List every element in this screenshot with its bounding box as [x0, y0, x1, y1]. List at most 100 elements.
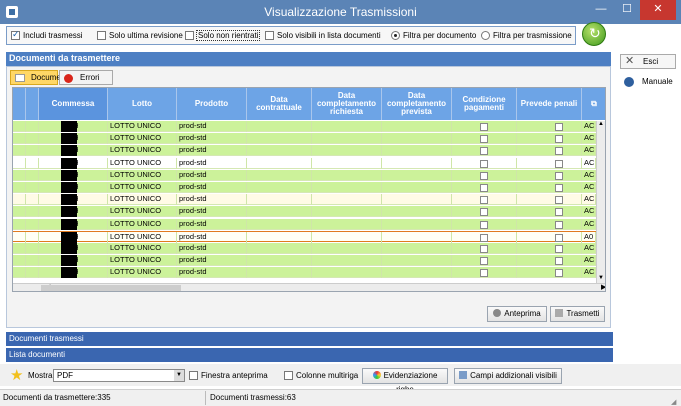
condizione-pagamenti-checkbox[interactable] — [480, 257, 488, 266]
filtra-trasmissione-radio[interactable] — [481, 31, 490, 40]
prevede-penali-cell — [517, 255, 582, 267]
documenti-trasmessi-section[interactable]: Documenti trasmessi — [6, 332, 613, 346]
prevede-penali-checkbox[interactable] — [555, 147, 563, 156]
solo-non-rientrati-checkbox[interactable] — [185, 31, 194, 40]
filtra-documento-label: Filtra per documento — [403, 31, 477, 40]
close-button[interactable]: ✕ — [640, 0, 676, 20]
evidenziazione-righe-button[interactable]: Evidenziazione righe — [362, 368, 448, 394]
column-header-data-contrattuale[interactable]: Data contrattuale — [247, 88, 312, 120]
extra-column-cell: AC — [582, 157, 596, 169]
extra-column-cell: AC — [582, 206, 596, 218]
column-header-condizione-pagamenti[interactable]: Condizione pagamenti — [452, 88, 517, 120]
documents-grid[interactable]: Commessa Lotto Prodotto Data contrattual… — [12, 87, 606, 292]
prevede-penali-checkbox[interactable] — [555, 123, 563, 131]
prevede-penali-checkbox[interactable] — [555, 269, 563, 278]
column-header-commessa[interactable]: Commessa — [39, 88, 108, 120]
scroll-down-icon[interactable]: ▼ — [598, 275, 604, 281]
colonne-multiriga-checkbox[interactable] — [284, 371, 293, 380]
vertical-scrollbar[interactable]: ▲ ▼ — [596, 121, 605, 283]
solo-ultima-revisione-checkbox[interactable] — [97, 31, 106, 40]
condizione-pagamenti-checkbox[interactable] — [480, 196, 488, 205]
esci-button[interactable]: ✕ Esci — [620, 54, 676, 69]
condizione-pagamenti-checkbox[interactable] — [480, 123, 488, 131]
prevede-penali-checkbox[interactable] — [555, 184, 563, 192]
scroll-right-icon[interactable]: ▶ — [601, 283, 605, 291]
table-row[interactable]: 2HLOTTO UNICOprod-stdAC — [13, 218, 605, 230]
table-row[interactable]: 2HLOTTO UNICOprod-stdAC — [13, 206, 605, 218]
esci-label: Esci — [643, 57, 659, 66]
scroll-up-icon[interactable]: ▲ — [598, 121, 604, 127]
condizione-pagamenti-checkbox[interactable] — [480, 135, 488, 144]
horizontal-scrollbar[interactable]: ◀ ▶ — [13, 283, 605, 291]
tab-errori[interactable]: Errori — [59, 70, 113, 85]
table-row[interactable]: 2HLOTTO UNICOprod-stdAC — [13, 145, 605, 157]
finestra-anteprima-checkbox[interactable] — [189, 371, 198, 380]
prevede-penali-checkbox[interactable] — [555, 208, 563, 217]
resize-grip-icon[interactable]: ◢ — [671, 398, 676, 406]
prevede-penali-checkbox[interactable] — [555, 135, 563, 144]
table-row[interactable]: 2HLOTTO UNICOprod-stdAC — [13, 133, 605, 145]
filtra-documento-radio[interactable] — [391, 31, 400, 40]
condizione-pagamenti-checkbox[interactable] — [480, 159, 488, 168]
data-contrattuale-cell — [247, 267, 312, 279]
prevede-penali-checkbox[interactable] — [555, 171, 563, 180]
anteprima-label: Anteprima — [504, 309, 541, 318]
lotto-cell: LOTTO UNICO — [108, 194, 177, 206]
row-select-cell — [26, 243, 39, 254]
chevron-down-icon[interactable]: ▼ — [174, 370, 184, 381]
refresh-icon[interactable] — [582, 22, 606, 46]
row-select-cell — [26, 206, 39, 218]
mostra-select[interactable]: PDF ▼ — [53, 369, 185, 382]
campi-addizionali-button[interactable]: Campi addizionali visibili — [454, 368, 562, 384]
table-row[interactable]: 2HLOTTO UNICOprod-stdAC — [13, 157, 605, 169]
prevede-penali-checkbox[interactable] — [555, 159, 563, 168]
extra-column-cell: AC — [582, 255, 596, 267]
row-indicator-cell — [13, 169, 26, 181]
extra-column-cell: AC — [582, 243, 596, 254]
column-chooser-icon[interactable]: ⧉ — [582, 88, 605, 120]
prodotto-cell: prod-std — [177, 231, 247, 243]
lista-documenti-section[interactable]: Lista documenti — [6, 348, 613, 362]
maximize-button[interactable]: ☐ — [614, 0, 640, 20]
solo-non-rientrati-label: Solo non rientrati — [196, 30, 261, 41]
condizione-pagamenti-checkbox[interactable] — [480, 147, 488, 156]
prevede-penali-checkbox[interactable] — [555, 220, 563, 229]
minimize-button[interactable]: — — [588, 0, 614, 20]
prevede-penali-checkbox[interactable] — [555, 245, 563, 253]
condizione-pagamenti-checkbox[interactable] — [480, 245, 488, 253]
prevede-penali-cell — [517, 267, 582, 279]
row-select-cell — [26, 182, 39, 193]
star-icon[interactable]: ★ — [10, 366, 23, 384]
trasmetti-button[interactable]: Trasmetti — [550, 306, 605, 322]
condizione-pagamenti-checkbox[interactable] — [480, 208, 488, 217]
anteprima-button[interactable]: Anteprima — [487, 306, 547, 322]
condizione-pagamenti-checkbox[interactable] — [480, 184, 488, 192]
includi-trasmessi-checkbox[interactable] — [11, 29, 20, 40]
condizione-pagamenti-checkbox[interactable] — [480, 171, 488, 180]
condizione-pagamenti-checkbox[interactable] — [480, 233, 488, 242]
table-row[interactable]: 2HLOTTO UNICOprod-stdAC — [13, 121, 605, 132]
column-header-prodotto[interactable]: Prodotto — [177, 88, 247, 120]
table-row[interactable]: 2HLOTTO UNICOprod-stdAC — [13, 267, 605, 279]
tab-documenti[interactable]: Documenti — [10, 70, 69, 85]
solo-visibili-checkbox[interactable] — [265, 31, 274, 40]
column-header-prevede-penali[interactable]: Prevede penali — [517, 88, 582, 120]
column-header-data-completamento-prevista[interactable]: Data completamento prevista — [382, 88, 452, 120]
table-row[interactable]: 2HLOTTO UNICOprod-stdAC — [13, 255, 605, 267]
data-contrattuale-cell — [247, 121, 312, 132]
table-row[interactable]: 2HLOTTO UNICOprod-stdAC — [13, 169, 605, 181]
redacted-block — [61, 182, 77, 193]
column-header-data-completamento-richiesta[interactable]: Data completamento richiesta — [312, 88, 382, 120]
prevede-penali-checkbox[interactable] — [555, 257, 563, 266]
condizione-pagamenti-checkbox[interactable] — [480, 220, 488, 229]
prevede-penali-checkbox[interactable] — [555, 196, 563, 205]
table-row[interactable]: 2HLOTTO UNICOprod-stdAC — [13, 182, 605, 193]
prevede-penali-checkbox[interactable] — [555, 233, 563, 242]
manuale-button[interactable]: Manuale — [620, 75, 676, 90]
column-header-lotto[interactable]: Lotto — [108, 88, 177, 120]
table-row[interactable]: 2HLOTTO UNICOprod-stdAC — [13, 243, 605, 254]
table-row[interactable]: 2HLOTTO UNICOprod-stdA0 — [13, 230, 605, 243]
table-row[interactable]: 2HLOTTO UNICOprod-stdAC — [13, 194, 605, 206]
condizione-pagamenti-checkbox[interactable] — [480, 269, 488, 278]
horizontal-scroll-thumb[interactable] — [41, 285, 181, 291]
